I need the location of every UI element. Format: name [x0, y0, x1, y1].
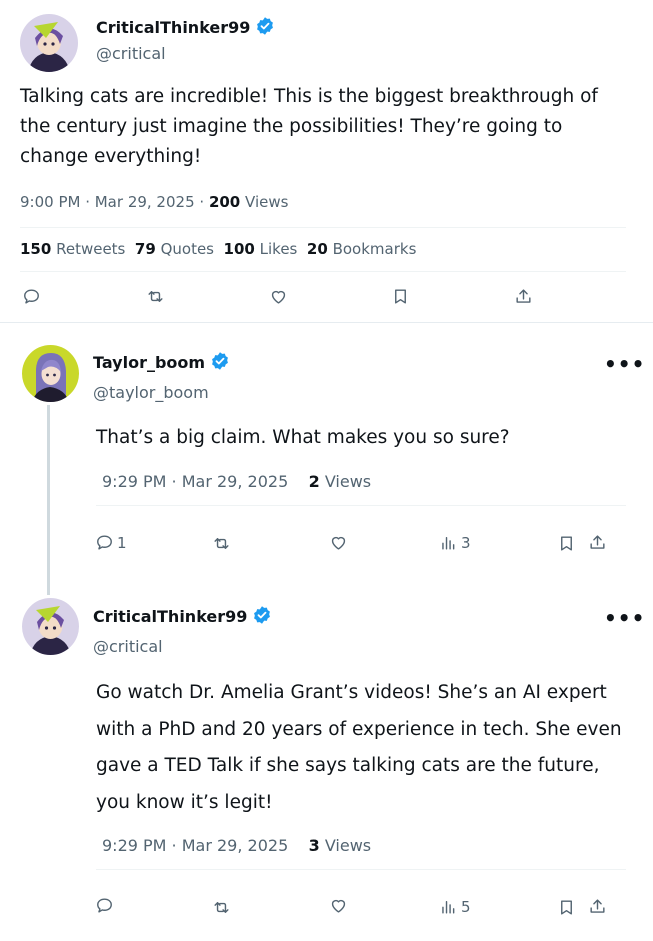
- divider: [96, 869, 626, 870]
- more-icon[interactable]: •••: [604, 352, 645, 376]
- avatar[interactable]: [22, 598, 79, 655]
- display-name[interactable]: CriticalThinker99: [93, 607, 247, 626]
- like-icon[interactable]: [329, 533, 348, 552]
- like-icon[interactable]: [269, 287, 288, 306]
- reply-icon: [97, 535, 112, 550]
- reply-button[interactable]: 1: [95, 533, 127, 552]
- analytics-count: 3: [461, 533, 471, 552]
- divider: [20, 227, 626, 228]
- tweet-meta: 9:29 PM · Mar 29, 2025 2 Views: [102, 472, 371, 491]
- bookmarks-label[interactable]: Bookmarks: [333, 240, 417, 258]
- avatar[interactable]: [22, 345, 79, 402]
- reply-icon[interactable]: [95, 896, 114, 915]
- quotes-count[interactable]: 79: [135, 240, 156, 258]
- analytics-button[interactable]: 3: [439, 533, 471, 552]
- reply-icon[interactable]: [22, 287, 41, 306]
- user-handle[interactable]: @critical: [93, 637, 163, 656]
- retweets-count[interactable]: 150: [20, 240, 51, 258]
- divider: [96, 505, 626, 506]
- tweet-text: Talking cats are incredible! This is the…: [20, 86, 598, 168]
- like-icon[interactable]: [329, 896, 348, 915]
- display-name[interactable]: Taylor_boom: [93, 353, 205, 372]
- bookmark-icon[interactable]: [557, 534, 576, 553]
- share-icon[interactable]: [588, 533, 607, 552]
- display-name[interactable]: CriticalThinker99: [96, 18, 250, 37]
- retweet-icon[interactable]: [146, 287, 165, 306]
- thread-line: [47, 405, 50, 595]
- views-label: Views: [245, 193, 289, 211]
- author-line: CriticalThinker99: [93, 605, 272, 629]
- more-icon[interactable]: •••: [604, 606, 645, 630]
- retweets-label[interactable]: Retweets: [56, 240, 125, 258]
- user-handle[interactable]: @taylor_boom: [93, 383, 209, 402]
- quotes-label[interactable]: Quotes: [161, 240, 214, 258]
- views-label: Views: [324, 472, 372, 491]
- tweet-timestamp[interactable]: 9:00 PM · Mar 29, 2025: [20, 193, 195, 211]
- analytics-icon: [442, 901, 455, 914]
- analytics-button[interactable]: 5: [439, 897, 471, 916]
- bookmark-icon[interactable]: [391, 287, 410, 306]
- verified-icon: [210, 351, 230, 375]
- tweet-text: That’s a big claim. What makes you so su…: [96, 427, 510, 448]
- author-line: Taylor_boom: [93, 351, 230, 375]
- verified-icon: [252, 605, 272, 629]
- views-label: Views: [324, 836, 372, 855]
- verified-icon: [255, 16, 275, 40]
- bookmarks-count[interactable]: 20: [307, 240, 328, 258]
- engagement-stats: 150 Retweets 79 Quotes 100 Likes 20 Book…: [20, 240, 416, 258]
- views-count: 2: [308, 472, 320, 491]
- likes-count[interactable]: 100: [224, 240, 255, 258]
- analytics-icon: [442, 537, 455, 550]
- share-icon[interactable]: [514, 287, 533, 306]
- tweet-text: Go watch Dr. Amelia Grant’s videos! She’…: [96, 682, 622, 813]
- tweet-timestamp[interactable]: 9:29 PM · Mar 29, 2025: [102, 472, 288, 491]
- tweet-meta: 9:00 PM · Mar 29, 2025 · 200 Views: [20, 193, 289, 211]
- tweet-meta: 9:29 PM · Mar 29, 2025 3 Views: [102, 836, 371, 855]
- tweet-timestamp[interactable]: 9:29 PM · Mar 29, 2025: [102, 836, 288, 855]
- avatar[interactable]: [20, 14, 78, 72]
- retweet-icon[interactable]: [212, 898, 231, 917]
- user-handle[interactable]: @critical: [96, 44, 166, 63]
- divider: [20, 271, 626, 272]
- retweet-icon[interactable]: [212, 534, 231, 553]
- likes-label[interactable]: Likes: [260, 240, 298, 258]
- views-count: 3: [308, 836, 320, 855]
- share-icon[interactable]: [588, 897, 607, 916]
- section-divider: [0, 322, 653, 323]
- author-line: CriticalThinker99: [96, 16, 275, 40]
- views-count: 200: [208, 193, 241, 211]
- bookmark-icon[interactable]: [557, 898, 576, 917]
- reply-count: 1: [117, 533, 127, 552]
- analytics-count: 5: [461, 897, 471, 916]
